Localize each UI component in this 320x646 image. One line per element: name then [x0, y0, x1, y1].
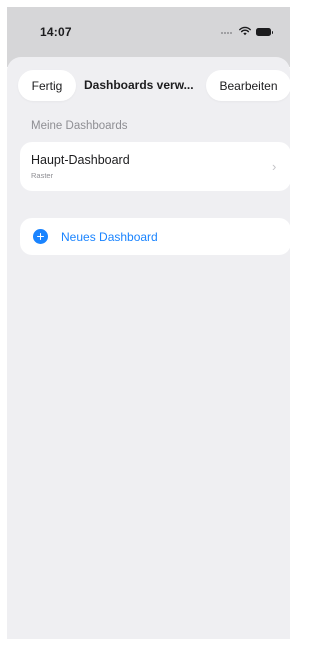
- chevron-right-icon: ›: [272, 159, 277, 174]
- navigation-bar: Fertig Dashboards verw... Bearbeiten: [7, 57, 290, 111]
- phone-screen: 14:07 Fertig Dashboards verw... Bearbeit…: [7, 7, 290, 639]
- new-dashboard-button[interactable]: Neues Dashboard: [20, 218, 290, 255]
- battery-icon: [256, 28, 273, 36]
- dashboard-name: Haupt-Dashboard: [31, 153, 130, 167]
- new-dashboard-label: Neues Dashboard: [61, 230, 158, 244]
- cellular-signal-icon: [221, 32, 235, 35]
- edit-button[interactable]: Bearbeiten: [206, 70, 290, 101]
- section-header: Meine Dashboards: [31, 120, 128, 132]
- dashboard-layout: Raster: [31, 171, 54, 180]
- status-time: 14:07: [40, 25, 72, 39]
- edit-button-label: Bearbeiten: [219, 78, 278, 93]
- wifi-icon: [239, 26, 251, 36]
- status-bar: 14:07: [7, 7, 290, 55]
- page-title: Dashboards verw...: [84, 78, 194, 92]
- manage-dashboards-sheet: Fertig Dashboards verw... Bearbeiten Mei…: [7, 57, 290, 639]
- dashboard-list-item[interactable]: Haupt-Dashboard Raster ›: [20, 142, 290, 191]
- done-button-label: Fertig: [31, 78, 63, 93]
- plus-circle-icon: [33, 229, 48, 244]
- done-button[interactable]: Fertig: [18, 70, 76, 101]
